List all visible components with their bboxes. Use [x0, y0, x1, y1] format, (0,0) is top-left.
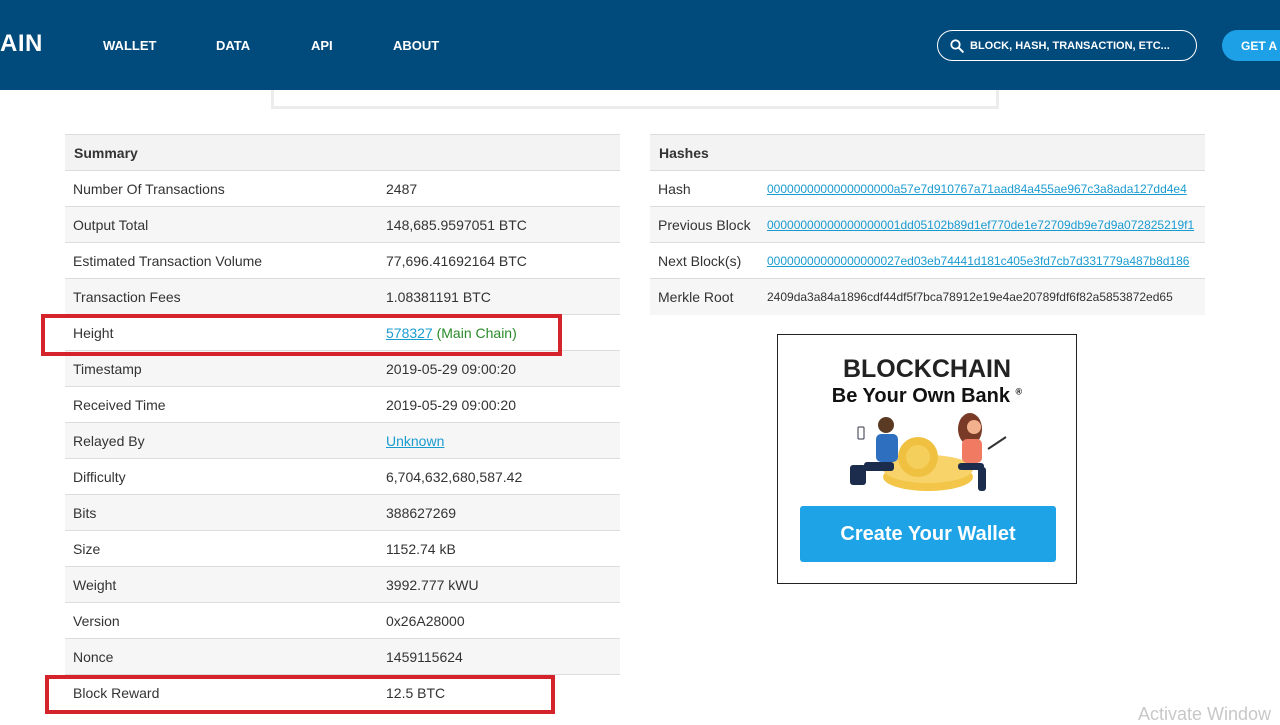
row-label: Estimated Transaction Volume: [65, 242, 378, 279]
row-value: 1152.74 kB: [378, 530, 620, 567]
registered-mark: ®: [1015, 386, 1023, 397]
table-row: Previous Block 00000000000000000001dd0510…: [650, 206, 1205, 243]
table-row: Merkle Root 2409da3a84a1896cdf44df5f7bca7…: [650, 278, 1205, 315]
activate-windows-watermark: Activate Window: [1138, 704, 1272, 724]
row-label: Transaction Fees: [65, 278, 378, 315]
height-highlight-box: [41, 314, 562, 356]
row-value: 2409da3a84a1896cdf44df5f7bca78912e19e4ae…: [759, 278, 1205, 315]
blockchain-ad-banner[interactable]: BLOCKCHAIN Be Your Own Bank ® Create You…: [777, 334, 1077, 584]
summary-header: Summary: [65, 134, 620, 171]
table-row: Number Of Transactions 2487: [65, 170, 620, 207]
row-label: Version: [65, 602, 378, 639]
row-value: 00000000000000000001dd05102b89d1ef770de1…: [759, 206, 1205, 243]
row-label: Received Time: [65, 386, 378, 423]
search-box[interactable]: [937, 30, 1197, 61]
row-label: Relayed By: [65, 422, 378, 459]
row-label: Merkle Root: [650, 278, 759, 315]
table-row: Relayed By Unknown: [65, 422, 620, 459]
table-row: Hash 0000000000000000000a57e7d910767a71aa…: [650, 170, 1205, 207]
row-value: 148,685.9597051 BTC: [378, 206, 620, 243]
row-label: Hash: [650, 170, 759, 207]
people-on-coins-illustration: [850, 413, 1007, 491]
table-row: Next Block(s) 00000000000000000027ed03eb7…: [650, 242, 1205, 279]
block-hash-link[interactable]: 0000000000000000000a57e7d910767a71aad84a…: [767, 182, 1187, 196]
site-logo[interactable]: AIN: [0, 30, 43, 58]
table-row: Received Time 2019-05-29 09:00:20: [65, 386, 620, 423]
relayed-by-link[interactable]: Unknown: [386, 433, 444, 449]
row-value: 388627269: [378, 494, 620, 531]
row-value: Unknown: [378, 422, 620, 459]
hashes-header: Hashes: [650, 134, 1205, 171]
row-value: 2019-05-29 09:00:20: [378, 386, 620, 423]
row-value: 00000000000000000027ed03eb74441d181c405e…: [759, 242, 1205, 279]
row-label: Size: [65, 530, 378, 567]
block-reward-highlight-box: [45, 675, 555, 714]
row-label: Previous Block: [650, 206, 759, 243]
table-row: Estimated Transaction Volume 77,696.41692…: [65, 242, 620, 279]
table-row: Output Total 148,685.9597051 BTC: [65, 206, 620, 243]
summary-table: Summary Number Of Transactions 2487 Outpu…: [65, 134, 620, 711]
ad-subtitle-text: Be Your Own Bank: [831, 385, 1010, 407]
hashes-table: Hashes Hash 0000000000000000000a57e7d9107…: [650, 134, 1205, 315]
row-label: Next Block(s): [650, 242, 759, 279]
row-value: 1459115624: [378, 638, 620, 675]
table-row: Transaction Fees 1.08381191 BTC: [65, 278, 620, 315]
row-label: Nonce: [65, 638, 378, 675]
nav-api[interactable]: API: [311, 38, 333, 53]
row-value: 2487: [378, 170, 620, 207]
nav-wallet[interactable]: WALLET: [103, 38, 156, 53]
search-icon: [950, 38, 964, 53]
create-wallet-button[interactable]: Create Your Wallet: [800, 506, 1056, 562]
top-navigation-bar: AIN WALLET DATA API ABOUT GET A: [0, 0, 1280, 90]
table-row: Nonce 1459115624: [65, 638, 620, 675]
nav-about[interactable]: ABOUT: [393, 38, 439, 53]
search-input[interactable]: [970, 39, 1185, 52]
table-row: Bits 388627269: [65, 494, 620, 531]
nav-data[interactable]: DATA: [216, 38, 250, 53]
row-label: Number Of Transactions: [65, 170, 378, 207]
row-label: Difficulty: [65, 458, 378, 495]
next-block-link[interactable]: 00000000000000000027ed03eb74441d181c405e…: [767, 254, 1189, 268]
table-row: Size 1152.74 kB: [65, 530, 620, 567]
ad-subtitle: Be Your Own Bank ®: [778, 385, 1076, 408]
row-label: Weight: [65, 566, 378, 603]
table-row: Weight 3992.777 kWU: [65, 566, 620, 603]
previous-block-link[interactable]: 00000000000000000001dd05102b89d1ef770de1…: [767, 218, 1194, 232]
get-wallet-button[interactable]: GET A: [1222, 30, 1280, 61]
row-value: 0x26A28000: [378, 602, 620, 639]
row-label: Output Total: [65, 206, 378, 243]
row-value: 77,696.41692164 BTC: [378, 242, 620, 279]
row-value: 3992.777 kWU: [378, 566, 620, 603]
ad-frame-bottom-edge: [271, 90, 999, 109]
row-value: 1.08381191 BTC: [378, 278, 620, 315]
ad-title: BLOCKCHAIN: [842, 355, 1012, 383]
row-value: 0000000000000000000a57e7d910767a71aad84a…: [759, 170, 1205, 207]
table-row: Version 0x26A28000: [65, 602, 620, 639]
row-value: 6,704,632,680,587.42: [378, 458, 620, 495]
table-row: Difficulty 6,704,632,680,587.42: [65, 458, 620, 495]
row-label: Bits: [65, 494, 378, 531]
